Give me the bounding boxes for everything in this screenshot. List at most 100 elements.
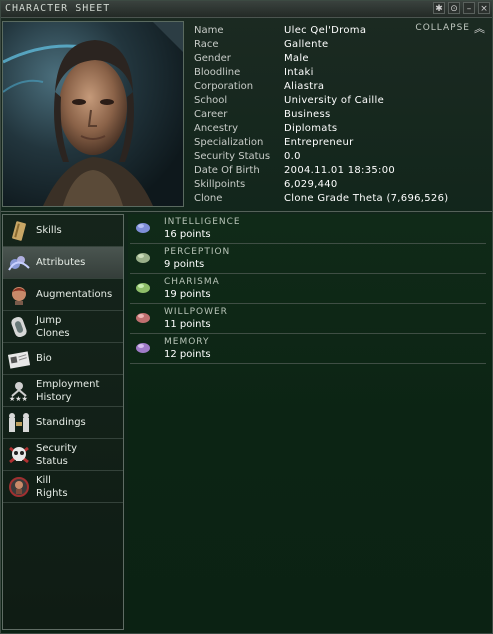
perception-icon xyxy=(136,253,150,263)
attribute-name: PERCEPTION xyxy=(164,247,231,257)
info-key: Race xyxy=(194,39,219,50)
attribute-row-memory[interactable]: MEMORY 12 points xyxy=(130,334,486,364)
attribute-row-intelligence[interactable]: INTELLIGENCE 16 points xyxy=(130,214,486,244)
charisma-icon xyxy=(136,283,150,293)
sidebar-item-standings[interactable]: Standings xyxy=(3,407,123,439)
info-row-gender: Gender Male xyxy=(194,52,448,66)
info-value: University of Caille xyxy=(284,95,385,106)
sidebar-item-label: Attributes xyxy=(36,257,86,268)
sidebar-item-kill-rights[interactable]: Kill Rights xyxy=(3,471,123,503)
bio-document-icon xyxy=(6,346,32,372)
info-row-race: Race Gallente xyxy=(194,38,448,52)
sidebar-item-label: Jump Clones xyxy=(36,314,70,340)
label-line-1: Jump xyxy=(36,314,62,326)
chevron-up-icon: ︽ xyxy=(474,22,486,35)
svg-text:★★★: ★★★ xyxy=(9,395,28,402)
info-row-specialization: Specialization Entrepreneur xyxy=(194,136,448,150)
info-key: Ancestry xyxy=(194,123,238,134)
character-info: Name Ulec Qel'Droma Race Gallente Gender Ma… xyxy=(194,24,448,206)
sidebar-item-label: Security Status xyxy=(36,442,77,468)
close-icon[interactable]: × xyxy=(478,2,490,14)
info-key: Date Of Birth xyxy=(194,165,260,176)
attribute-row-perception[interactable]: PERCEPTION 9 points xyxy=(130,244,486,274)
sidebar-item-label: Augmentations xyxy=(36,289,113,300)
employment-icon: ★★★ xyxy=(6,378,32,404)
character-sheet-window: CHARACTER SHEET ✱ ⊙ – × COLLAPSE ︽ Name … xyxy=(0,0,493,634)
attribute-value: 9 points xyxy=(164,259,205,270)
clone-capsule-icon xyxy=(6,314,32,340)
sidebar-item-skills[interactable]: Skills xyxy=(3,215,123,247)
skillbook-icon xyxy=(6,218,32,244)
label-line-1: Security xyxy=(36,442,78,454)
sidebar-item-security-status[interactable]: Security Status xyxy=(3,439,123,471)
info-key: Skillpoints xyxy=(194,179,246,190)
attribute-row-willpower[interactable]: WILLPOWER 11 points xyxy=(130,304,486,334)
info-value: Entrepreneur xyxy=(284,137,354,148)
intelligence-icon xyxy=(136,223,150,233)
attribute-name: CHARISMA xyxy=(164,277,220,287)
divider xyxy=(1,211,492,212)
info-value: Diplomats xyxy=(284,123,338,134)
sidebar-item-employment-history[interactable]: ★★★ Employment History xyxy=(3,375,123,407)
window-title: CHARACTER SHEET xyxy=(5,3,111,14)
info-key: Corporation xyxy=(194,81,254,92)
sidebar-item-label: Standings xyxy=(36,417,86,428)
portrait-image xyxy=(3,22,183,206)
label-line-2: Rights xyxy=(36,487,68,499)
info-value: 2004.11.01 18:35:00 xyxy=(284,165,396,176)
sidebar-nav: Skills Attributes Augmentations Jump Clon… xyxy=(2,214,124,630)
info-value: Clone Grade Theta (7,696,526) xyxy=(284,193,449,204)
options-icon[interactable]: ⊙ xyxy=(448,2,460,14)
info-value: 6,029,440 xyxy=(284,179,338,190)
sidebar-item-label: Bio xyxy=(36,353,52,364)
attribute-row-charisma[interactable]: CHARISMA 19 points xyxy=(130,274,486,304)
sidebar-item-jump-clones[interactable]: Jump Clones xyxy=(3,311,123,343)
info-value: 0.0 xyxy=(284,151,301,162)
info-row-career: Career Business xyxy=(194,108,448,122)
sidebar-item-attributes[interactable]: Attributes xyxy=(3,247,123,279)
attribute-value: 11 points xyxy=(164,319,211,330)
info-value: Business xyxy=(284,109,331,120)
sidebar-item-label: Skills xyxy=(36,225,62,236)
sidebar-item-label: Kill Rights xyxy=(36,474,68,500)
memory-icon xyxy=(136,343,150,353)
willpower-icon xyxy=(136,313,150,323)
kill-rights-icon xyxy=(6,474,32,500)
sidebar-item-label: Employment History xyxy=(36,378,99,404)
info-row-security-status: Security Status 0.0 xyxy=(194,150,448,164)
info-row-school: School University of Caille xyxy=(194,94,448,108)
info-key: Gender xyxy=(194,53,231,64)
label-line-1: Employment xyxy=(36,378,100,390)
info-value[interactable]: Aliastra xyxy=(284,80,324,94)
character-portrait xyxy=(2,21,184,207)
info-key: Security Status xyxy=(194,151,271,162)
attributes-panel: INTELLIGENCE 16 points PERCEPTION 9 poin… xyxy=(128,214,492,632)
attribute-name: WILLPOWER xyxy=(164,307,228,317)
info-row-date-of-birth: Date Of Birth 2004.11.01 18:35:00 xyxy=(194,164,448,178)
label-line-2: Status xyxy=(36,455,68,467)
info-key: Clone xyxy=(194,193,223,204)
sidebar-item-augmentations[interactable]: Augmentations xyxy=(3,279,123,311)
standings-icon xyxy=(6,410,32,436)
minimize-icon[interactable]: – xyxy=(463,2,475,14)
attributes-icon xyxy=(6,250,32,276)
info-row-ancestry: Ancestry Diplomats xyxy=(194,122,448,136)
info-value: Intaki xyxy=(284,67,314,78)
pin-icon[interactable]: ✱ xyxy=(433,2,445,14)
info-row-corporation: Corporation Aliastra xyxy=(194,80,448,94)
augmentation-head-icon xyxy=(6,282,32,308)
info-key: Bloodline xyxy=(194,67,241,78)
title-bar[interactable]: CHARACTER SHEET ✱ ⊙ – × xyxy=(1,1,492,18)
window-controls: ✱ ⊙ – × xyxy=(433,2,490,14)
attribute-name: INTELLIGENCE xyxy=(164,217,241,227)
sidebar-item-bio[interactable]: Bio xyxy=(3,343,123,375)
info-key: Career xyxy=(194,109,228,120)
info-row-bloodline: Bloodline Intaki xyxy=(194,66,448,80)
info-key: School xyxy=(194,95,228,106)
info-key: Specialization xyxy=(194,137,264,148)
info-row-skillpoints: Skillpoints 6,029,440 xyxy=(194,178,448,192)
info-value: Ulec Qel'Droma xyxy=(284,25,367,36)
info-row-name: Name Ulec Qel'Droma xyxy=(194,24,448,38)
info-value: Male xyxy=(284,53,309,64)
info-row-clone: Clone Clone Grade Theta (7,696,526) xyxy=(194,192,448,206)
